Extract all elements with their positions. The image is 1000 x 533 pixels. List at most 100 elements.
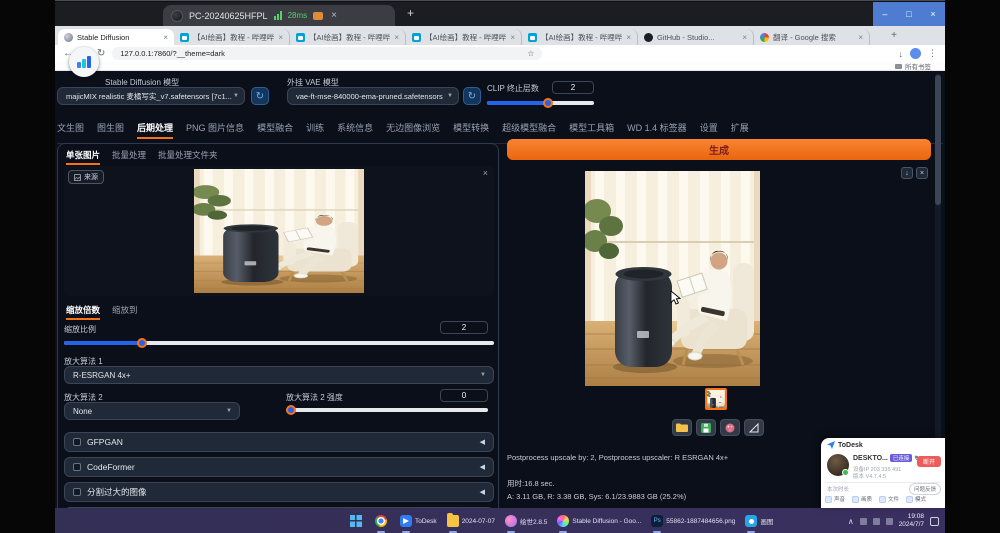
taskbar-item[interactable]	[350, 508, 365, 533]
download-icon[interactable]: ↓	[899, 49, 904, 59]
main-tab[interactable]: 系统信息	[337, 121, 373, 139]
scrollbar-thumb[interactable]	[935, 75, 941, 205]
source-tab[interactable]: 批量处理	[112, 149, 146, 165]
main-tab[interactable]: 超级模型融合	[502, 121, 556, 139]
address-bar[interactable]: 127.0.0.1:7860/?__theme=dark ☆	[112, 47, 542, 60]
scale-value[interactable]: 2	[440, 321, 488, 334]
save-button[interactable]	[696, 419, 716, 436]
taskbar-items: ToDesk 2024-07-07 绘世2.8.5 Stable	[350, 508, 773, 533]
result-image[interactable]	[585, 171, 760, 386]
tray-icon[interactable]	[860, 518, 867, 525]
main-tab[interactable]: 设置	[700, 121, 718, 139]
taskbar-item[interactable]	[375, 508, 390, 533]
new-tab-button[interactable]: +	[887, 28, 901, 42]
clear-image-icon[interactable]: ×	[483, 168, 488, 178]
tray-icon[interactable]	[886, 518, 893, 525]
notification-center-icon[interactable]	[930, 517, 939, 526]
disconnect-button[interactable]: 断开	[917, 456, 941, 467]
taskbar-clock[interactable]: 19:08 2024/7/7	[899, 513, 924, 529]
tab-close-icon[interactable]: ×	[510, 33, 515, 42]
new-session-button[interactable]: +	[407, 6, 414, 20]
scale-mode-tab[interactable]: 缩放倍数	[66, 304, 100, 320]
browser-tab[interactable]: Stable Diffusion ×	[58, 29, 174, 45]
all-bookmarks-label[interactable]: 所有书签	[905, 61, 931, 71]
taskbar-item[interactable]: ToDesk	[400, 508, 437, 533]
checkbox[interactable]	[73, 463, 81, 471]
tray-icon[interactable]	[873, 518, 880, 525]
accordion-row[interactable]: CodeFormer ◀	[64, 457, 494, 477]
menu-icon[interactable]: ⋮	[928, 48, 937, 59]
upscaler2-strength-value[interactable]: 0	[440, 389, 488, 402]
upscaler2-strength-slider[interactable]	[286, 408, 488, 412]
maximize-icon[interactable]: □	[906, 9, 911, 19]
scale-slider[interactable]	[64, 341, 494, 345]
main-tab[interactable]: WD 1.4 标签器	[627, 121, 687, 139]
taskbar-item[interactable]: 55862-1887484656.png	[651, 508, 735, 533]
todesk-control[interactable]: 文件	[879, 495, 899, 503]
main-tab[interactable]: PNG 图片信息	[186, 121, 244, 139]
todesk-control[interactable]: 模式	[906, 495, 926, 503]
tab-close-icon[interactable]: ×	[742, 33, 747, 42]
source-image-dropzone[interactable]: 来源 ×	[64, 166, 494, 296]
browser-tab[interactable]: 【AI绘画】教程 - 哔哩哔哩 ×	[290, 29, 406, 45]
main-tab[interactable]: 模型融合	[257, 121, 293, 139]
profile-avatar[interactable]	[910, 48, 921, 59]
model-dropdown[interactable]: majicMIX realistic 麦橘写实_v7.safetensors […	[57, 87, 245, 105]
main-tab[interactable]: 图生图	[97, 121, 124, 139]
gallery-thumbnail[interactable]	[705, 388, 727, 410]
checkbox[interactable]	[73, 438, 81, 446]
open-folder-button[interactable]	[672, 419, 692, 436]
accordion-row[interactable]: 分割过大的图像 ◀	[64, 482, 494, 502]
refresh-vae-button[interactable]: ↻	[463, 87, 481, 105]
tab-close-icon[interactable]: ×	[626, 33, 631, 42]
clip-skip-slider[interactable]	[487, 101, 594, 105]
todesk-control[interactable]: 声音	[825, 495, 845, 503]
scale-mode-tab[interactable]: 缩放到	[112, 304, 138, 320]
main-tab[interactable]: 模型转换	[453, 121, 489, 139]
browser-tab[interactable]: GitHub - Studio... ×	[638, 29, 754, 45]
taskbar-item[interactable]: 2024-07-07	[447, 508, 495, 533]
browser-tab[interactable]: 【AI绘画】教程 - 哔哩哔哩 ×	[406, 29, 522, 45]
remote-session-tab[interactable]: PC-20240625HFPL 28ms ×	[163, 5, 395, 26]
main-tab[interactable]: 训练	[306, 121, 324, 139]
source-tab[interactable]: 批量处理文件夹	[158, 149, 218, 165]
ruler-button[interactable]	[744, 419, 764, 436]
source-tab[interactable]: 单张图片	[66, 149, 100, 165]
tray-chevron-icon[interactable]: ∧	[848, 517, 854, 526]
close-icon[interactable]: ×	[930, 9, 935, 19]
minimize-icon[interactable]: –	[882, 9, 887, 19]
download-image-button[interactable]: ↓	[901, 167, 913, 179]
main-tab[interactable]: 文生图	[57, 121, 84, 139]
taskbar-item[interactable]: 绘世2.8.5	[505, 508, 547, 533]
tab-close-icon[interactable]: ×	[278, 33, 283, 42]
main-tab[interactable]: 扩展	[731, 121, 749, 139]
main-tab[interactable]: 后期处理	[137, 121, 173, 139]
main-tab[interactable]: 模型工具箱	[569, 121, 614, 139]
tab-close-icon[interactable]: ×	[858, 33, 863, 42]
taskbar-item[interactable]: 画图	[745, 508, 773, 533]
close-preview-button[interactable]: ×	[916, 167, 928, 179]
todesk-control[interactable]: 画质	[852, 495, 872, 503]
refresh-model-button[interactable]: ↻	[251, 87, 269, 105]
taskbar-item[interactable]: Stable Diffusion - Goo...	[557, 508, 641, 533]
collapse-icon[interactable]: ◀	[480, 438, 485, 446]
collapse-icon[interactable]: ◀	[480, 463, 485, 471]
upscaler1-select[interactable]: R-ESRGAN 4x+ ▼	[64, 366, 494, 384]
feedback-button[interactable]: 问题反馈	[909, 483, 941, 495]
main-tab[interactable]: 无边图像浏览	[386, 121, 440, 139]
generate-button[interactable]: 生成	[507, 139, 931, 160]
vae-dropdown[interactable]: vae-ft-mse-840000-ema-pruned.safetensors…	[287, 87, 459, 105]
upscaler2-select[interactable]: None ▼	[64, 402, 240, 420]
tab-close-icon[interactable]: ×	[394, 33, 399, 42]
accordion-row[interactable]: GFPGAN ◀	[64, 432, 494, 452]
tab-close-icon[interactable]: ×	[163, 33, 168, 42]
clip-skip-value[interactable]: 2	[552, 81, 594, 94]
bookmark-star-icon[interactable]: ☆	[527, 49, 534, 58]
checkbox[interactable]	[73, 488, 81, 496]
collapse-icon[interactable]: ◀	[480, 488, 485, 496]
browser-tab[interactable]: 【AI绘画】教程 - 哔哩哔哩 ×	[174, 29, 290, 45]
browser-tab[interactable]: 翻译 - Google 搜索 ×	[754, 29, 870, 45]
palette-button[interactable]	[720, 419, 740, 436]
close-session-icon[interactable]: ×	[331, 10, 337, 21]
browser-tab[interactable]: 【AI绘画】教程 - 哔哩哔哩 ×	[522, 29, 638, 45]
